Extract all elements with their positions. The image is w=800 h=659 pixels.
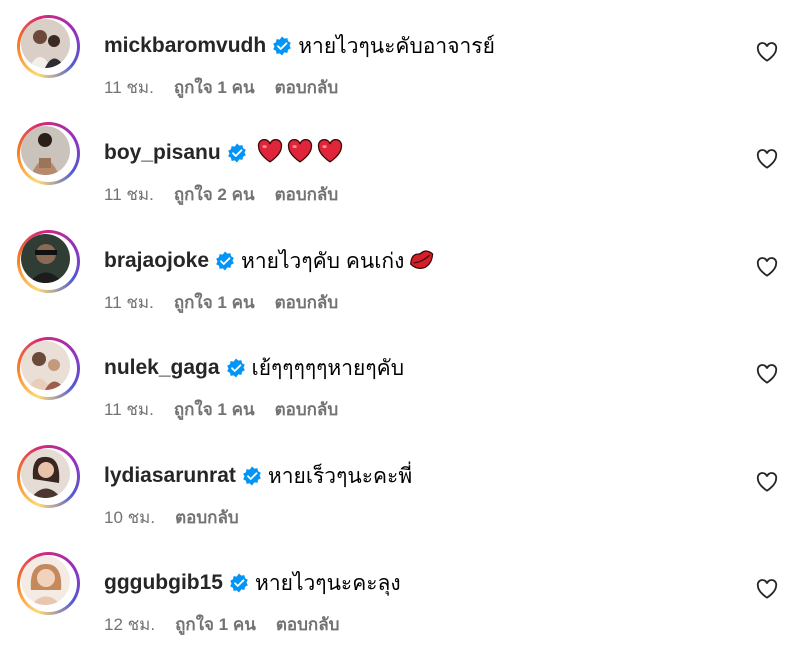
avatar-story-ring[interactable] — [17, 122, 80, 185]
username[interactable]: boy_pisanu — [104, 141, 221, 165]
heart-emoji — [287, 138, 313, 168]
comment-item: nulek_gaga เย้ๆๆๆๆๆหายๆคับ 11 ชม. ถูกใจ … — [0, 322, 800, 429]
comment-text: หายไวๆคับ คนเก่ง — [241, 249, 405, 273]
avatar-story-ring[interactable] — [17, 445, 80, 508]
heart-outline-icon[interactable] — [756, 149, 778, 169]
reply-button[interactable]: ตอบกลับ — [175, 504, 239, 531]
comment-time[interactable]: 11 ชม. — [104, 396, 154, 423]
heart-outline-icon[interactable] — [756, 42, 778, 62]
comment-list: mickbaromvudh หายไวๆนะคับอาจารย์ 11 ชม. … — [0, 0, 800, 659]
comment-item: boy_pisanu 11 ชม. ถูกใจ 2 คน ตอบกลับ — [0, 107, 800, 214]
avatar-story-ring[interactable] — [17, 337, 80, 400]
avatar-story-ring[interactable] — [17, 552, 80, 615]
like-count[interactable]: ถูกใจ 1 คน — [174, 396, 255, 423]
like-count[interactable]: ถูกใจ 1 คน — [174, 74, 255, 101]
like-count[interactable]: ถูกใจ 1 คน — [175, 611, 256, 638]
comment-item: brajaojoke หายไวๆคับ คนเก่ง 11 ชม. ถูกใจ… — [0, 215, 800, 322]
heart-emoji — [317, 138, 343, 168]
kiss-lips-emoji — [408, 247, 436, 276]
verified-badge-icon — [215, 251, 235, 271]
heart-outline-icon[interactable] — [756, 472, 778, 492]
avatar — [21, 19, 70, 68]
verified-badge-icon — [272, 36, 292, 56]
heart-outline-icon[interactable] — [756, 364, 778, 384]
verified-badge-icon — [242, 466, 262, 486]
comment-time[interactable]: 11 ชม. — [104, 74, 154, 101]
avatar-story-ring[interactable] — [17, 230, 80, 293]
comment-text: หายไวๆนะคะลุง — [255, 571, 401, 595]
reply-button[interactable]: ตอบกลับ — [275, 289, 339, 316]
avatar — [21, 341, 70, 390]
username[interactable]: gggubgib15 — [104, 571, 223, 595]
reply-button[interactable]: ตอบกลับ — [275, 74, 339, 101]
comment-text: หายเร็วๆนะคะพี่ — [267, 464, 413, 488]
comment-time[interactable]: 11 ชม. — [104, 289, 154, 316]
like-count[interactable]: ถูกใจ 2 คน — [174, 181, 255, 208]
verified-badge-icon — [229, 573, 249, 593]
verified-badge-icon — [227, 143, 247, 163]
reply-button[interactable]: ตอบกลับ — [276, 611, 340, 638]
username[interactable]: lydiasarunrat — [104, 464, 236, 488]
username[interactable]: brajaojoke — [104, 249, 209, 273]
comment-text: หายไวๆนะคับอาจารย์ — [298, 34, 495, 58]
heart-outline-icon[interactable] — [756, 257, 778, 277]
avatar-story-ring[interactable] — [17, 15, 80, 78]
comment-time[interactable]: 11 ชม. — [104, 181, 154, 208]
reply-button[interactable]: ตอบกลับ — [275, 181, 339, 208]
verified-badge-icon — [226, 358, 246, 378]
comment-time[interactable]: 12 ชม. — [104, 611, 155, 638]
heart-outline-icon[interactable] — [756, 579, 778, 599]
username[interactable]: mickbaromvudh — [104, 34, 266, 58]
username[interactable]: nulek_gaga — [104, 356, 220, 380]
reply-button[interactable]: ตอบกลับ — [275, 396, 339, 423]
avatar — [21, 449, 70, 498]
avatar — [21, 234, 70, 283]
heart-emoji — [257, 138, 283, 168]
comment-item: gggubgib15 หายไวๆนะคะลุง 12 ชม. ถูกใจ 1 … — [0, 537, 800, 644]
comment-item: mickbaromvudh หายไวๆนะคับอาจารย์ 11 ชม. … — [0, 0, 800, 107]
like-count[interactable]: ถูกใจ 1 คน — [174, 289, 255, 316]
comment-item: lydiasarunrat หายเร็วๆนะคะพี่ 10 ชม. ตอบ… — [0, 430, 800, 537]
avatar — [21, 126, 70, 175]
comment-time[interactable]: 10 ชม. — [104, 504, 155, 531]
avatar — [21, 556, 70, 605]
comment-text: เย้ๆๆๆๆๆหายๆคับ — [251, 356, 405, 380]
